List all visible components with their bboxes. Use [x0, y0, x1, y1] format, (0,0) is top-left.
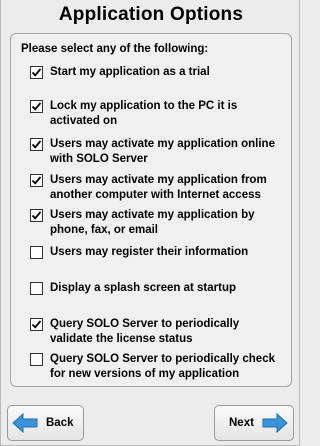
option-lock-to-pc[interactable]: Lock my application to the PC it is acti…: [30, 99, 285, 128]
checkmark-icon: [31, 176, 42, 185]
checkmark-icon: [31, 211, 42, 220]
application-options-window: Application Options Please select any of…: [0, 0, 300, 446]
option-checkbox[interactable]: [30, 66, 43, 79]
option-checkbox[interactable]: [30, 174, 43, 187]
option-check-versions[interactable]: Query SOLO Server to periodically check …: [30, 352, 285, 381]
option-start-trial[interactable]: Start my application as a trial: [30, 65, 285, 80]
option-checkbox[interactable]: [30, 282, 43, 295]
checkmark-icon: [31, 68, 42, 77]
option-label: Display a splash screen at startup: [50, 282, 236, 294]
options-prompt: Please select any of the following:: [21, 43, 209, 55]
next-button-label: Next: [229, 417, 254, 429]
right-arrow-icon: [262, 412, 288, 434]
option-label: Users may register their information: [50, 246, 249, 258]
checkmark-icon: [31, 140, 42, 149]
option-label: Query SOLO Server to periodically check …: [50, 353, 275, 380]
option-label: Lock my application to the PC it is acti…: [50, 100, 238, 127]
left-arrow-icon: [12, 412, 38, 434]
option-validate-license[interactable]: Query SOLO Server to periodically valida…: [30, 317, 285, 346]
option-label: Start my application as a trial: [50, 66, 210, 78]
page-title: Application Options: [58, 4, 244, 25]
option-checkbox[interactable]: [30, 246, 43, 259]
next-button[interactable]: Next: [214, 405, 294, 441]
option-checkbox[interactable]: [30, 318, 43, 331]
option-label: Users may activate my application online…: [50, 138, 275, 165]
option-register-info[interactable]: Users may register their information: [30, 245, 285, 260]
option-activate-online[interactable]: Users may activate my application online…: [30, 137, 285, 166]
option-splash-screen[interactable]: Display a splash screen at startup: [30, 281, 285, 296]
checkmark-icon: [31, 320, 42, 329]
option-checkbox[interactable]: [30, 353, 43, 366]
option-activate-other-computer[interactable]: Users may activate my application from a…: [30, 173, 285, 202]
option-label: Query SOLO Server to periodically valida…: [50, 318, 240, 345]
checkmark-icon: [31, 102, 42, 111]
option-label: Users may activate my application from a…: [50, 174, 267, 201]
option-label: Users may activate my application by pho…: [50, 209, 255, 236]
options-group: Please select any of the following: Star…: [10, 33, 292, 387]
option-checkbox[interactable]: [30, 209, 43, 222]
back-button[interactable]: Back: [7, 405, 84, 441]
option-checkbox[interactable]: [30, 100, 43, 113]
option-checkbox[interactable]: [30, 138, 43, 151]
back-button-label: Back: [46, 417, 74, 429]
option-activate-phone[interactable]: Users may activate my application by pho…: [30, 208, 285, 237]
